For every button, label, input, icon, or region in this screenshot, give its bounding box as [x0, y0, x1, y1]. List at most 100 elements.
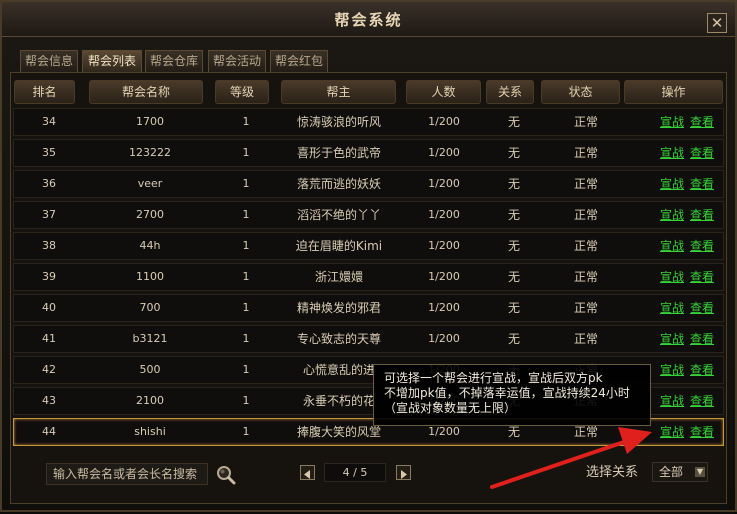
column-header: 状态 [541, 80, 620, 104]
cell-rank: 42 [42, 363, 56, 376]
view-link[interactable]: 查看 [690, 326, 714, 352]
cell-members: 1/200 [428, 146, 460, 159]
cell-name: 123222 [129, 146, 171, 159]
magnifier-icon [217, 466, 236, 485]
cell-leader: 迫在眉睫的Kimi [295, 239, 383, 253]
column-header: 人数 [406, 80, 481, 104]
close-button[interactable]: ✕ [707, 13, 727, 33]
declare-war-link[interactable]: 宣战 [660, 233, 684, 259]
relation-select[interactable]: 全部 ▼ [652, 462, 708, 482]
table-row[interactable]: 37 2700 1 滔滔不绝的丫丫 1/200 无 正常 宣战 查看 [13, 201, 724, 229]
tooltip-line: 不增加pk值，不掉落幸运值，宣战持续24小时 [384, 386, 630, 400]
cell-name: 1700 [136, 115, 164, 128]
declare-war-link[interactable]: 宣战 [660, 357, 684, 383]
tab-2[interactable]: 帮会仓库 [145, 50, 203, 72]
cell-relation: 无 [507, 146, 520, 160]
cell-relation: 无 [507, 270, 520, 284]
declare-war-link[interactable]: 宣战 [660, 202, 684, 228]
tab-4[interactable]: 帮会红包 [270, 50, 328, 72]
column-header: 帮主 [281, 80, 396, 104]
window-title: 帮会系统 [334, 11, 403, 29]
prev-page-button[interactable] [300, 465, 315, 480]
cell-rank: 36 [42, 177, 56, 190]
declare-war-link[interactable]: 宣战 [660, 388, 684, 414]
view-link[interactable]: 查看 [690, 264, 714, 290]
cell-leader: 滔滔不绝的丫丫 [296, 208, 381, 222]
tooltip-line: 可选择一个帮会进行宣战，宣战后双方pk [384, 371, 603, 385]
declare-war-link[interactable]: 宣战 [660, 171, 684, 197]
view-link[interactable]: 查看 [690, 233, 714, 259]
view-link[interactable]: 查看 [690, 419, 714, 445]
tab-0[interactable]: 帮会信息 [20, 50, 78, 72]
declare-war-link[interactable]: 宣战 [660, 264, 684, 290]
cell-level: 1 [242, 394, 250, 407]
close-icon: ✕ [710, 14, 724, 32]
table-row[interactable]: 34 1700 1 惊涛骇浪的听风 1/200 无 正常 宣战 查看 [13, 108, 724, 136]
cell-name: 700 [139, 301, 161, 314]
view-link[interactable]: 查看 [690, 295, 714, 321]
view-link[interactable]: 查看 [690, 388, 714, 414]
title-bar: 帮会系统 ✕ [2, 2, 735, 37]
cell-rank: 39 [42, 270, 56, 283]
table-row[interactable]: 39 1100 1 浙江嬛嬛 1/200 无 正常 宣战 查看 [13, 263, 724, 291]
search-input[interactable] [46, 463, 208, 485]
table-row[interactable]: 35 123222 1 喜形于色的武帝 1/200 无 正常 宣战 查看 [13, 139, 724, 167]
column-header: 操作 [624, 80, 723, 104]
cell-status: 正常 [573, 146, 598, 160]
declare-war-link[interactable]: 宣战 [660, 419, 684, 445]
cell-rank: 44 [42, 425, 56, 438]
cell-rank: 40 [42, 301, 56, 314]
declare-war-tooltip: 可选择一个帮会进行宣战，宣战后双方pk 不增加pk值，不掉落幸运值，宣战持续24… [373, 364, 651, 426]
tab-1[interactable]: 帮会列表 [82, 50, 142, 72]
relation-select-value: 全部 [659, 465, 684, 479]
cell-status: 正常 [573, 208, 598, 222]
table-row[interactable]: 40 700 1 精神焕发的邪君 1/200 无 正常 宣战 查看 [13, 294, 724, 322]
guild-system-window: 帮会系统 ✕ 帮会信息 帮会列表 帮会仓库 帮会活动 帮会红包 排名 帮会名称 等级 帮主 人数… [0, 0, 737, 512]
table-row[interactable]: 36 veer 1 落荒而逃的妖妖 1/200 无 正常 宣战 查看 [13, 170, 724, 198]
cell-level: 1 [242, 332, 250, 345]
cell-status: 正常 [573, 301, 598, 315]
cell-rank: 38 [42, 239, 56, 252]
declare-war-link[interactable]: 宣战 [660, 140, 684, 166]
next-page-button[interactable] [396, 465, 411, 480]
cell-name: 2700 [136, 208, 164, 221]
cell-relation: 无 [507, 177, 520, 191]
view-link[interactable]: 查看 [690, 357, 714, 383]
cell-status: 正常 [573, 177, 598, 191]
cell-level: 1 [242, 425, 250, 438]
cell-name: 44h [139, 239, 161, 252]
table-row[interactable]: 38 44h 1 迫在眉睫的Kimi 1/200 无 正常 宣战 查看 [13, 232, 724, 260]
view-link[interactable]: 查看 [690, 140, 714, 166]
column-header: 帮会名称 [89, 80, 203, 104]
cell-status: 正常 [573, 239, 598, 253]
cell-rank: 37 [42, 208, 56, 221]
table-row[interactable]: 41 b3121 1 专心致志的天尊 1/200 无 正常 宣战 查看 [13, 325, 724, 353]
cell-members: 1/200 [428, 239, 460, 252]
cell-relation: 无 [507, 301, 520, 315]
cell-level: 1 [242, 208, 250, 221]
cell-leader: 落荒而逃的妖妖 [296, 177, 381, 191]
view-link[interactable]: 查看 [690, 109, 714, 135]
view-link[interactable]: 查看 [690, 171, 714, 197]
cell-leader: 喜形于色的武帝 [296, 146, 381, 160]
view-link[interactable]: 查看 [690, 202, 714, 228]
cell-leader: 浙江嬛嬛 [314, 270, 363, 284]
cell-relation: 无 [507, 239, 520, 253]
cell-level: 1 [242, 115, 250, 128]
column-header: 排名 [14, 80, 75, 104]
cell-relation: 无 [507, 208, 520, 222]
cell-status: 正常 [573, 115, 598, 129]
cell-name: 500 [139, 363, 161, 376]
column-header: 等级 [215, 80, 269, 104]
cell-name: veer [137, 177, 163, 190]
declare-war-link[interactable]: 宣战 [660, 326, 684, 352]
declare-war-link[interactable]: 宣战 [660, 295, 684, 321]
cell-members: 1/200 [428, 177, 460, 190]
declare-war-link[interactable]: 宣战 [660, 109, 684, 135]
cell-leader: 惊涛骇浪的听风 [296, 115, 381, 129]
cell-rank: 43 [42, 394, 56, 407]
cell-name: 2100 [136, 394, 164, 407]
search-button[interactable] [214, 463, 238, 485]
chevron-down-icon: ▼ [695, 467, 705, 477]
tab-3[interactable]: 帮会活动 [208, 50, 266, 72]
